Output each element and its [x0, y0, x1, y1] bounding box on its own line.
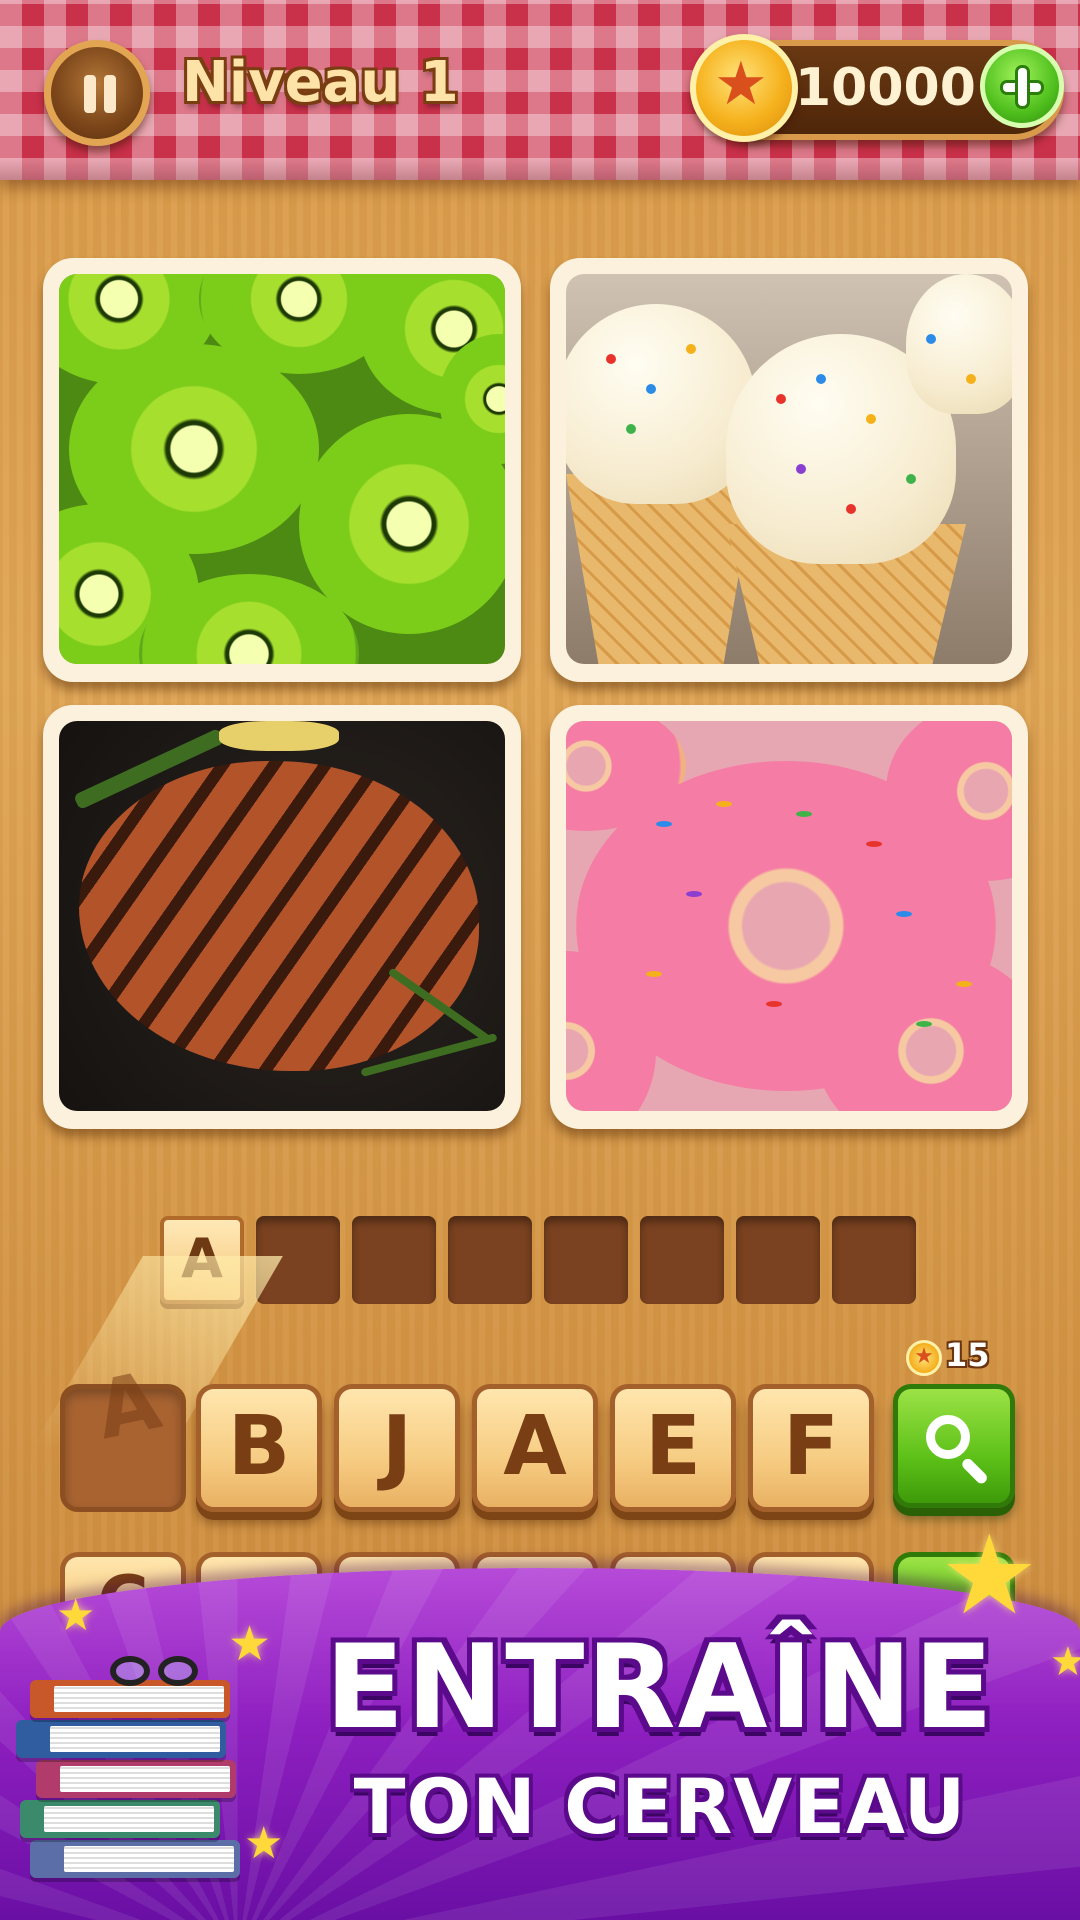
- letter-tile-5[interactable]: E: [610, 1384, 736, 1512]
- answer-slot-7[interactable]: [736, 1216, 820, 1304]
- add-coins-button[interactable]: [980, 44, 1064, 128]
- letter-tile-3[interactable]: J: [334, 1384, 460, 1512]
- answer-slot-6[interactable]: [640, 1216, 724, 1304]
- magnifier-icon: [926, 1415, 970, 1459]
- banner-subtitle: TON CERVEAU: [353, 1762, 967, 1851]
- letter-tile-2[interactable]: B: [196, 1384, 322, 1512]
- pause-icon: [84, 75, 96, 113]
- books-icon: [10, 1640, 250, 1900]
- glasses-icon: [100, 1648, 210, 1692]
- pause-button[interactable]: [44, 40, 150, 146]
- letter-tile-4[interactable]: A: [472, 1384, 598, 1512]
- star-icon-small: ★: [56, 1590, 96, 1641]
- answer-slot-8[interactable]: [832, 1216, 916, 1304]
- kiwi-photo: [59, 274, 505, 664]
- answer-slot-5[interactable]: [544, 1216, 628, 1304]
- steak-photo: [59, 721, 505, 1111]
- star-icon-small: ★: [1050, 1639, 1080, 1685]
- answer-slot-4[interactable]: [448, 1216, 532, 1304]
- ice-cream-photo: [566, 274, 1012, 664]
- level-title: Niveau 1: [182, 50, 459, 115]
- star-icon: ★: [940, 1511, 1039, 1639]
- letter-tile-1-ghost: A: [88, 1353, 169, 1458]
- star-coin-icon: ★: [690, 34, 798, 142]
- hint-cost: 15: [945, 1336, 990, 1374]
- hint-button[interactable]: [893, 1384, 1015, 1508]
- pause-icon-bar: [104, 75, 116, 113]
- banner-title: ENTRAÎNE: [324, 1620, 996, 1755]
- letter-tile-6[interactable]: F: [748, 1384, 874, 1512]
- donut-photo: [566, 721, 1012, 1111]
- plus-icon-stroke: [1018, 68, 1027, 106]
- photo-card-ice-cream[interactable]: [550, 258, 1028, 682]
- star-coin-icon-small: ★: [906, 1340, 942, 1376]
- answer-slot-3[interactable]: [352, 1216, 436, 1304]
- photo-card-steak[interactable]: [43, 705, 521, 1129]
- coin-balance: 10000: [795, 58, 976, 118]
- magnifier-icon-handle: [960, 1456, 990, 1486]
- photo-card-donut[interactable]: [550, 705, 1028, 1129]
- photo-card-kiwi[interactable]: [43, 258, 521, 682]
